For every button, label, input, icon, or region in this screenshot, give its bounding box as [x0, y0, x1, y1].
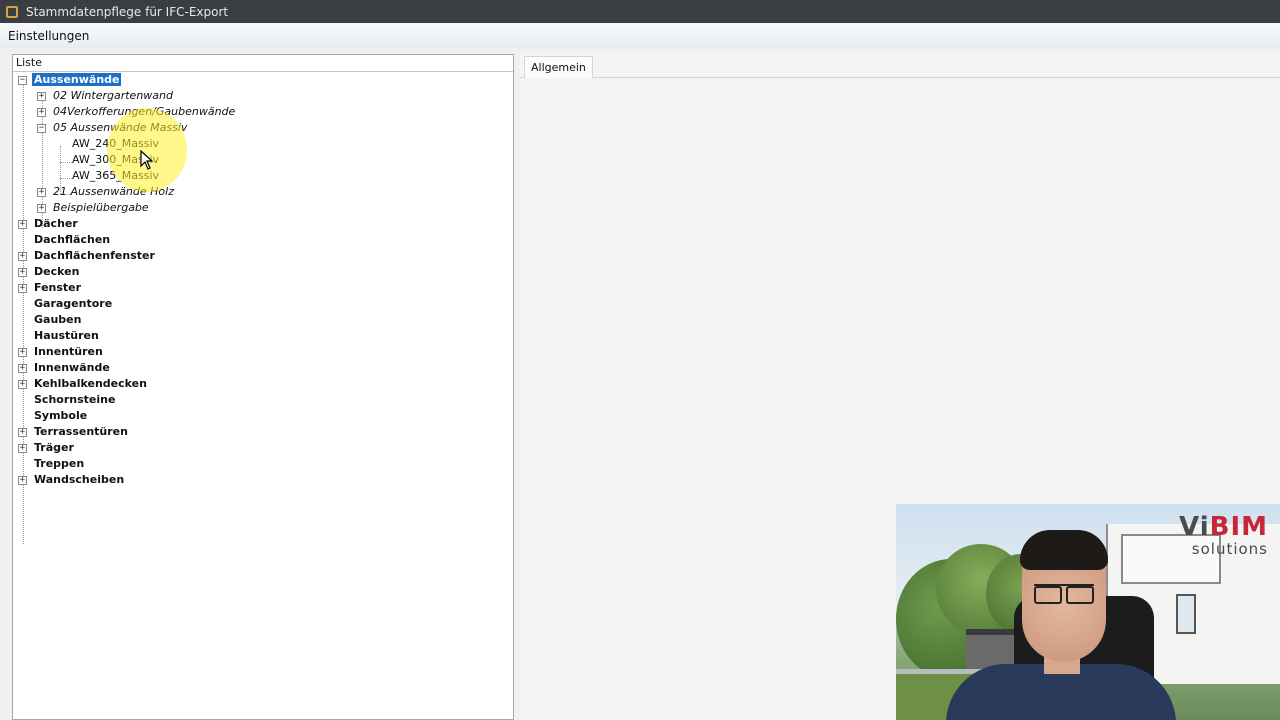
tab-allgemein[interactable]: Allgemein	[524, 56, 593, 78]
expand-icon[interactable]: +	[37, 92, 46, 101]
tree-item-schornsteine[interactable]: Schornsteine	[32, 392, 117, 408]
expand-icon[interactable]: +	[18, 444, 27, 453]
tab-bar: Allgemein	[520, 54, 1280, 78]
logo-main: ViBIM	[1179, 514, 1268, 540]
expand-icon[interactable]: +	[18, 284, 27, 293]
expand-icon[interactable]: +	[37, 108, 46, 117]
expand-icon[interactable]: +	[18, 268, 27, 277]
tree-item-wintergartenwand[interactable]: 02 Wintergartenwand	[51, 88, 175, 104]
tree-item-haustueren[interactable]: Haustüren	[32, 328, 101, 344]
vibim-logo: ViBIM solutions	[1179, 514, 1268, 558]
menu-item-einstellungen[interactable]: Einstellungen	[8, 29, 89, 43]
window-title: Stammdatenpflege für IFC-Export	[26, 4, 229, 19]
tree-item-wandscheiben[interactable]: Wandscheiben	[32, 472, 126, 488]
tree-item-gauben[interactable]: Gauben	[32, 312, 83, 328]
tree-item-aw-365[interactable]: AW_365_Massiv	[70, 168, 161, 184]
expand-icon[interactable]: +	[18, 476, 27, 485]
expand-icon[interactable]: +	[18, 220, 27, 229]
tree-item-aussenwaende[interactable]: Aussenwände	[32, 72, 122, 88]
app-icon	[6, 5, 18, 18]
webcam-person-hair	[1020, 530, 1108, 570]
tree-item-dachflaechenfenster[interactable]: Dachflächenfenster	[32, 248, 157, 264]
logo-part-bim: BIM	[1209, 512, 1268, 542]
tree-item-aussenwaende-massiv[interactable]: 05 Aussenwände Massiv	[51, 120, 189, 136]
logo-part-vi: Vi	[1179, 512, 1210, 542]
tree-item-treppen[interactable]: Treppen	[32, 456, 86, 472]
tree-item-innenwaende[interactable]: Innenwände	[32, 360, 112, 376]
tree-panel-header: Liste	[13, 55, 513, 72]
tree-item-traeger[interactable]: Träger	[32, 440, 76, 456]
tree-item-symbole[interactable]: Symbole	[32, 408, 89, 424]
menu-bar: Einstellungen	[0, 23, 1280, 48]
tree-item-aw-300[interactable]: AW_300_Massiv	[70, 152, 161, 168]
collapse-icon[interactable]: −	[37, 124, 46, 133]
tree-item-innentueren[interactable]: Innentüren	[32, 344, 105, 360]
expand-icon[interactable]: +	[37, 188, 46, 197]
tree-item-garagentore[interactable]: Garagentore	[32, 296, 114, 312]
title-bar: Stammdatenpflege für IFC-Export	[0, 0, 1280, 23]
tree-item-dachflaechen[interactable]: Dachflächen	[32, 232, 112, 248]
collapse-icon[interactable]: −	[18, 76, 27, 85]
logo-subtitle: solutions	[1191, 540, 1268, 558]
expand-icon[interactable]: +	[37, 204, 46, 213]
tree-item-terrassentueren[interactable]: Terrassentüren	[32, 424, 130, 440]
expand-icon[interactable]: +	[18, 428, 27, 437]
expand-icon[interactable]: +	[18, 252, 27, 261]
expand-icon[interactable]: +	[18, 364, 27, 373]
webcam-person-glasses	[1034, 584, 1094, 604]
expand-icon[interactable]: +	[18, 348, 27, 357]
tree-panel: Liste − Aussenwände + 02 Wintergartenwan…	[12, 54, 514, 720]
tree-item-fenster[interactable]: Fenster	[32, 280, 83, 296]
webcam-window	[1176, 594, 1196, 634]
tree-item-aw-240[interactable]: AW_240_Massiv	[70, 136, 161, 152]
tree-item-aussenwaende-holz[interactable]: 21 Aussenwände Holz	[51, 184, 176, 200]
tree-item-kehlbalkendecken[interactable]: Kehlbalkendecken	[32, 376, 149, 392]
tree-item-decken[interactable]: Decken	[32, 264, 81, 280]
tree-item-beispieluebergabe[interactable]: Beispielübergabe	[51, 200, 151, 216]
webcam-overlay: ViBIM solutions	[896, 504, 1280, 720]
tree-item-daecher[interactable]: Dächer	[32, 216, 80, 232]
tree-item-verkofferungen[interactable]: 04Verkofferungen/Gaubenwände	[51, 104, 237, 120]
expand-icon[interactable]: +	[18, 380, 27, 389]
